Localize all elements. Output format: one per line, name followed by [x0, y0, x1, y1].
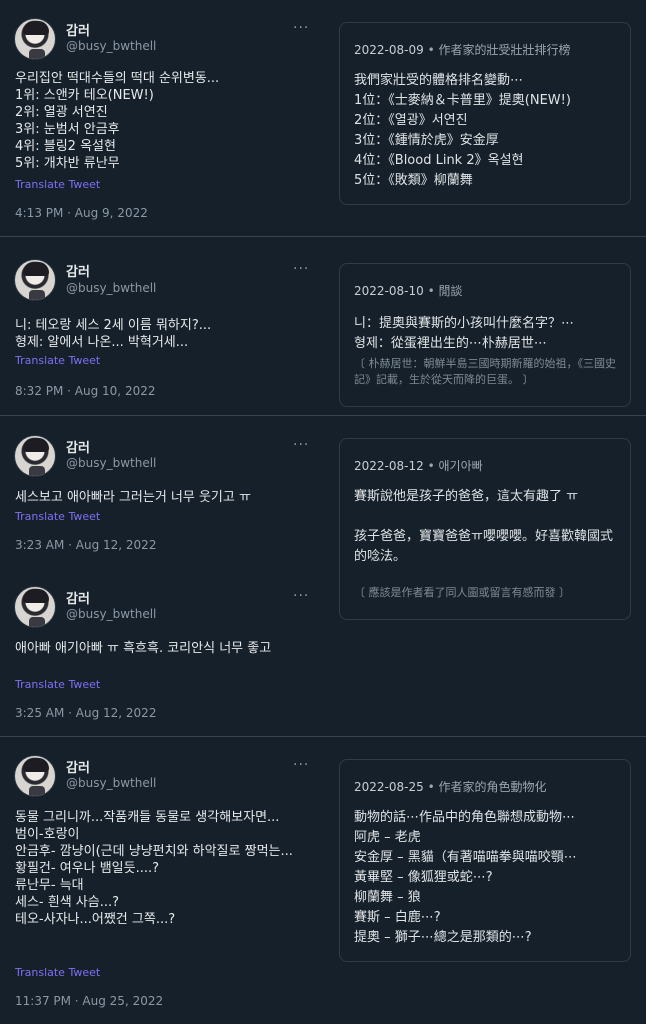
separator-dot: •: [427, 780, 435, 794]
section-2022-08-12: 감러 @busy_bwthell ··· 세스보고 애아빠라 그러는거 너무 웃…: [0, 416, 646, 736]
display-name[interactable]: 감러: [66, 261, 90, 280]
tweet-timestamp[interactable]: 3:23 AM · Aug 12, 2022: [15, 538, 156, 552]
card-date: 2022-08-09: [354, 43, 424, 57]
section-2022-08-10: 감러 @busy_bwthell ··· 니: 테오랑 세스 2세 이름 뭐하지…: [0, 237, 646, 415]
tweet-timestamp[interactable]: 3:25 AM · Aug 12, 2022: [15, 706, 156, 720]
tweet[interactable]: 감러 @busy_bwthell ··· 애아빠 애기아빠 ㅠ 흑흐흑. 코리안…: [0, 566, 330, 736]
tweet-text: 동물 그리니까...작품캐들 동물로 생각해보자면... 범이-호랑이 안금후-…: [15, 810, 293, 927]
tweet[interactable]: 감러 @busy_bwthell ··· 동물 그리니까...작품캐들 동물로 …: [0, 737, 330, 1024]
display-name[interactable]: 감러: [66, 588, 90, 607]
section-2022-08-09: 감러 @busy_bwthell ··· 우리집안 떡대수들의 떡대 순위변동.…: [0, 0, 646, 236]
tweet[interactable]: 감러 @busy_bwthell ··· 세스보고 애아빠라 그러는거 너무 웃…: [0, 416, 330, 566]
more-options-icon[interactable]: ···: [293, 437, 309, 453]
tweet-text: 세스보고 애아빠라 그러는거 너무 웃기고 ㅠ: [15, 490, 251, 505]
tweet-timestamp[interactable]: 8:32 PM · Aug 10, 2022: [15, 384, 155, 398]
card-translation: 賽斯說他是孩子的爸爸，這太有趣了 ㅠ 孩子爸爸，寶寶爸爸ㅠ嚶嚶嚶。好喜歡韓國式的…: [354, 489, 613, 564]
translate-tweet-link[interactable]: Translate Tweet: [15, 966, 100, 979]
translation-card: 2022-08-12 • 애기아빠 賽斯說他是孩子的爸爸，這太有趣了 ㅠ 孩子爸…: [339, 438, 631, 620]
card-header: 2022-08-25 • 作者家的角色動物化: [354, 778, 547, 795]
card-date: 2022-08-25: [354, 780, 424, 794]
tweet-timestamp[interactable]: 4:13 PM · Aug 9, 2022: [15, 206, 148, 220]
avatar[interactable]: [14, 259, 56, 301]
more-options-icon[interactable]: ···: [293, 588, 309, 604]
user-handle[interactable]: @busy_bwthell: [66, 281, 156, 295]
card-note: 〔 應該是作者看了同人圖或留言有感而發 〕: [354, 586, 570, 599]
card-category: 閒談: [438, 284, 463, 298]
card-date: 2022-08-12: [354, 459, 424, 473]
tweet-timestamp[interactable]: 11:37 PM · Aug 25, 2022: [15, 994, 163, 1008]
card-header: 2022-08-12 • 애기아빠: [354, 457, 483, 474]
avatar[interactable]: [14, 755, 56, 797]
avatar[interactable]: [14, 435, 56, 477]
card-category: 作者家的壯受壯壯排行榜: [438, 43, 571, 57]
section-2022-08-25: 감러 @busy_bwthell ··· 동물 그리니까...작품캐들 동물로 …: [0, 737, 646, 1024]
user-handle[interactable]: @busy_bwthell: [66, 776, 156, 790]
translate-tweet-link[interactable]: Translate Tweet: [15, 678, 100, 691]
card-translation: 動物的話⋯作品中的角色聯想成動物⋯ 阿虎 – 老虎 安金厚 – 黑貓（有著喵喵拳…: [354, 810, 577, 945]
card-header: 2022-08-09 • 作者家的壯受壯壯排行榜: [354, 41, 571, 58]
avatar[interactable]: [14, 18, 56, 60]
display-name[interactable]: 감러: [66, 437, 90, 456]
separator-dot: •: [427, 459, 435, 473]
tweet-text: 애아빠 애기아빠 ㅠ 흑흐흑. 코리안식 너무 좋고: [15, 641, 272, 656]
more-options-icon[interactable]: ···: [293, 261, 309, 277]
translation-card: 2022-08-25 • 作者家的角色動物化 動物的話⋯作品中的角色聯想成動物⋯…: [339, 759, 631, 962]
user-handle[interactable]: @busy_bwthell: [66, 607, 156, 621]
tweet-text: 우리집안 떡대수들의 떡대 순위변동... 1위: 스앤카 테오(NEW!) 2…: [15, 71, 220, 171]
translate-tweet-link[interactable]: Translate Tweet: [15, 178, 100, 191]
display-name[interactable]: 감러: [66, 757, 90, 776]
user-handle[interactable]: @busy_bwthell: [66, 456, 156, 470]
translation-card: 2022-08-09 • 作者家的壯受壯壯排行榜 我們家壯受的體格排名變動⋯ 1…: [339, 22, 631, 205]
more-options-icon[interactable]: ···: [293, 20, 309, 36]
translate-tweet-link[interactable]: Translate Tweet: [15, 354, 100, 367]
card-translation: 니：提奧與賽斯的小孩叫什麼名字？⋯ 형제：從蛋裡出生的⋯朴赫居世⋯: [354, 316, 574, 351]
card-translation: 我們家壯受的體格排名變動⋯ 1位：《士麥納＆卡普里》提奧(NEW!) 2位：《열…: [354, 73, 571, 188]
tweet[interactable]: 감러 @busy_bwthell ··· 니: 테오랑 세스 2세 이름 뭐하지…: [0, 237, 330, 415]
translation-card: 2022-08-10 • 閒談 니：提奧與賽斯的小孩叫什麼名字？⋯ 형제：從蛋裡…: [339, 263, 631, 407]
tweet-text: 니: 테오랑 세스 2세 이름 뭐하지?... 형제: 알에서 나온... 박혁…: [15, 318, 212, 350]
display-name[interactable]: 감러: [66, 20, 90, 39]
card-date: 2022-08-10: [354, 284, 424, 298]
separator-dot: •: [427, 43, 435, 57]
avatar[interactable]: [14, 586, 56, 628]
card-category: 애기아빠: [438, 459, 483, 473]
card-header: 2022-08-10 • 閒談: [354, 282, 463, 299]
translate-tweet-link[interactable]: Translate Tweet: [15, 510, 100, 523]
more-options-icon[interactable]: ···: [293, 757, 309, 773]
separator-dot: •: [427, 284, 435, 298]
card-category: 作者家的角色動物化: [438, 780, 547, 794]
user-handle[interactable]: @busy_bwthell: [66, 39, 156, 53]
card-note: 〔 朴赫居世：朝鮮半島三國時期新羅的始祖，《三國史記》記載，生於從天而降的巨蛋。…: [354, 357, 616, 386]
tweet[interactable]: 감러 @busy_bwthell ··· 우리집안 떡대수들의 떡대 순위변동.…: [0, 0, 330, 236]
